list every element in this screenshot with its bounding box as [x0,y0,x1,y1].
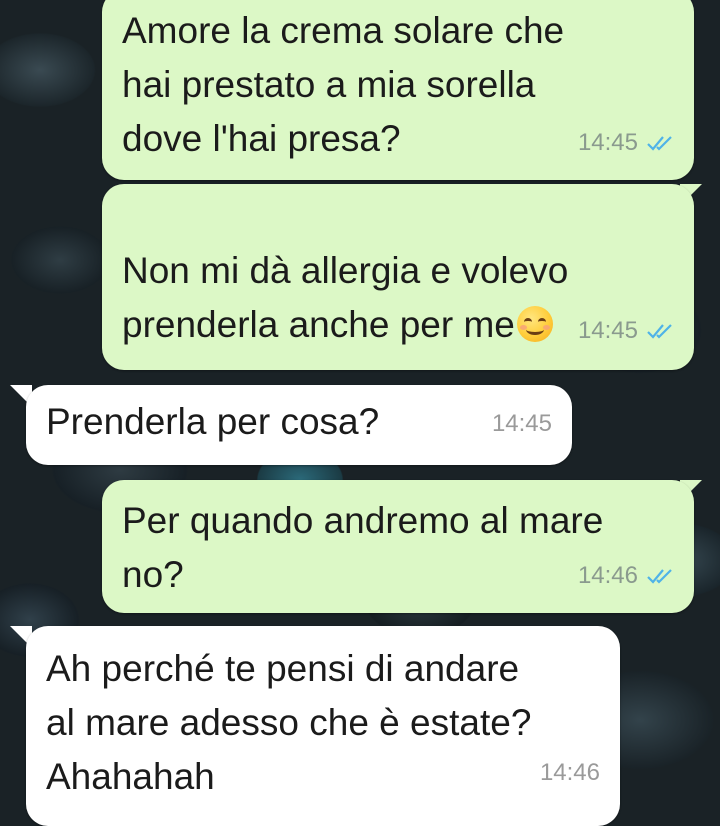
message-time: 14:45 [491,410,552,437]
message-text: Per quando andremo al mare no? [122,500,604,595]
message-bubble-incoming[interactable]: Ah perché te pensi di andare al mare ade… [26,626,620,826]
message-meta: 14:45 [578,116,676,170]
double-check-icon [647,569,672,584]
message-time: 14:45 [577,129,638,156]
message-time: 14:46 [577,562,638,589]
message-time: 14:45 [577,317,638,344]
message-text-content: Non mi dà allergia e volevo prenderla an… [122,250,569,345]
message-meta: 14:46 [578,549,676,603]
double-check-icon [647,324,672,339]
message-meta: 14:46 [540,746,600,800]
message-text: Non mi dà allergia e volevo prenderla an… [122,190,568,352]
double-check-icon [647,136,672,151]
message-text: Amore la crema solare che hai prestato a… [122,10,565,159]
message-bubble-incoming[interactable]: Prenderla per cosa? 14:45 [26,385,572,465]
message-text: Prenderla per cosa? [46,401,380,442]
message-meta: 14:45 [578,304,676,358]
message-bubble-outgoing[interactable]: Per quando andremo al mare no? 14:46 [102,480,694,613]
message-text: Ah perché te pensi di andare al mare ade… [46,648,532,797]
smiling-face-emoji [516,306,553,342]
message-bubble-outgoing[interactable]: Non mi dà allergia e volevo prenderla an… [102,184,694,370]
message-time: 14:46 [539,759,600,786]
message-meta: 14:45 [492,397,552,451]
message-bubble-outgoing[interactable]: Amore la crema solare che hai prestato a… [102,0,694,180]
